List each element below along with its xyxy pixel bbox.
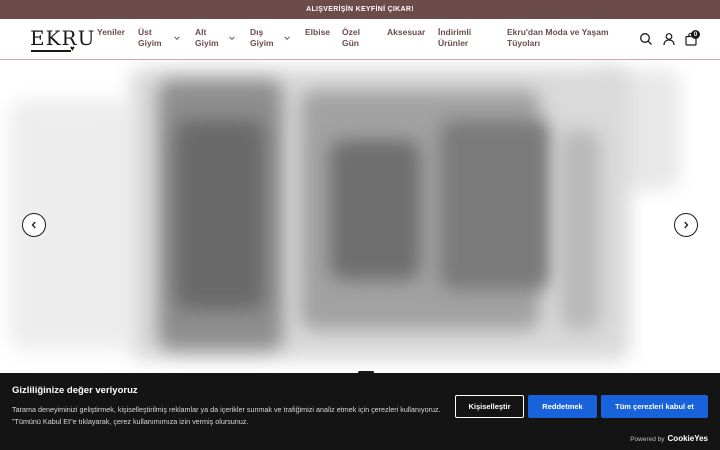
logo-text: EKRU <box>30 26 96 50</box>
chevron-down-icon[interactable] <box>228 34 236 42</box>
cart-count-badge: 0 <box>691 30 700 39</box>
chevron-left-icon <box>31 221 36 229</box>
site-header: EKRU ♥ Yeniler Üst Giyim Alt Giyim Dış G… <box>0 19 720 60</box>
cookieyes-logo[interactable]: CookieYes <box>668 434 708 443</box>
slider-prev-button[interactable] <box>22 213 46 237</box>
accept-all-button[interactable]: Tüm çerezleri kabul et <box>601 395 708 418</box>
nav-item-yeniler[interactable]: Yeniler <box>97 27 125 38</box>
nav-item-indirimli-urunler[interactable]: İndirimli Ürünler <box>438 27 471 49</box>
logo-underline <box>31 50 71 52</box>
nav-item-moda-yasam[interactable]: Ekru'dan Moda ve Yaşam Tüyoları <box>507 27 609 49</box>
user-icon[interactable] <box>662 32 676 46</box>
cookie-description: Tarama deneyiminizi geliştirmek, kişisel… <box>12 405 441 426</box>
chevron-down-icon[interactable] <box>173 34 181 42</box>
nav-item-dis-giyim[interactable]: Dış Giyim <box>250 27 274 49</box>
announcement-text: ALIŞVERİŞİN KEYFİNİ ÇIKAR! <box>306 6 414 13</box>
heart-icon: ♥ <box>70 44 75 53</box>
nav-item-elbise[interactable]: Elbise <box>305 27 330 38</box>
nav-item-ozel-gun[interactable]: Özel Gün <box>342 27 360 49</box>
cookie-banner: Gizliliğinize değer veriyoruz Tarama den… <box>0 373 720 450</box>
chevron-down-icon[interactable] <box>283 34 291 42</box>
chevron-right-icon <box>684 221 689 229</box>
nav-item-ust-giyim[interactable]: Üst Giyim <box>138 27 162 49</box>
logo[interactable]: EKRU ♥ <box>30 27 94 53</box>
nav-item-aksesuar[interactable]: Aksesuar <box>387 27 425 38</box>
powered-by-label: Powered by <box>630 436 665 443</box>
nav-item-alt-giyim[interactable]: Alt Giyim <box>195 27 219 49</box>
reject-button[interactable]: Reddetmek <box>528 395 597 418</box>
announcement-bar: ALIŞVERİŞİN KEYFİNİ ÇIKAR! <box>0 0 720 19</box>
powered-by: Powered by CookieYes <box>630 434 708 443</box>
slider-next-button[interactable] <box>674 213 698 237</box>
search-icon[interactable] <box>639 32 653 46</box>
hero-slider[interactable] <box>0 60 720 373</box>
customize-button[interactable]: Kişiselleştir <box>455 395 524 418</box>
cookie-title: Gizliliğinize değer veriyoruz <box>12 385 138 396</box>
